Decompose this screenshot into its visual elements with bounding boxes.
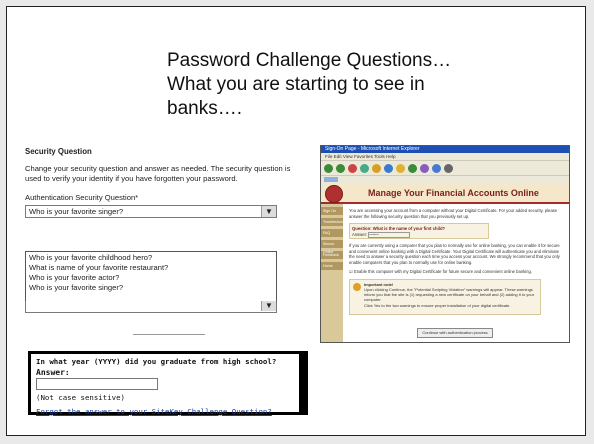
sitekey-panel: In what year (YYYY) did you graduate fro… bbox=[31, 354, 299, 416]
checkbox-icon[interactable]: ☑ bbox=[349, 269, 353, 274]
security-question-select-bottom[interactable]: ▼ bbox=[25, 301, 277, 313]
bank-note-text: Important note! Upon clicking Continue, … bbox=[364, 282, 536, 308]
address-icon bbox=[324, 177, 338, 182]
bank-important-note: Important note! Upon clicking Continue, … bbox=[349, 278, 541, 315]
security-question-selected: Who is your favorite singer? bbox=[29, 207, 124, 216]
forward-icon[interactable] bbox=[336, 163, 345, 173]
bank-intro: You are accessing your account from a co… bbox=[349, 208, 558, 219]
browser-menu-bar: File Edit View Favorites Tools Help bbox=[321, 153, 569, 161]
slide: Password Challenge Questions… What you a… bbox=[6, 6, 586, 436]
security-question-panel: Security Question Change your security q… bbox=[25, 147, 305, 335]
slide-title-line-3: banks…. bbox=[167, 98, 242, 119]
bank-headline: Manage Your Financial Accounts Online bbox=[368, 188, 539, 198]
security-question-select[interactable]: Who is your favorite singer? ▼ bbox=[25, 205, 277, 218]
home-icon[interactable] bbox=[372, 163, 381, 173]
bank-header: Manage Your Financial Accounts Online bbox=[321, 184, 569, 204]
slide-title-line-2: What you are starting to see in bbox=[167, 74, 425, 95]
search-icon[interactable] bbox=[384, 163, 393, 173]
browser-screenshot: Sign-On Page - Microsoft Internet Explor… bbox=[320, 145, 570, 343]
warning-icon bbox=[353, 282, 361, 291]
slide-title-line-1: Password Challenge Questions… bbox=[167, 50, 452, 71]
history-icon[interactable] bbox=[420, 163, 429, 173]
security-question-label: Authentication Security Question* bbox=[25, 193, 139, 202]
browser-title-bar: Sign-On Page - Microsoft Internet Explor… bbox=[321, 146, 569, 153]
option-item[interactable]: What is name of your favorite restaurant… bbox=[29, 263, 273, 273]
bank-content: You are accessing your account from a co… bbox=[349, 208, 561, 315]
bank-checkbox-row[interactable]: ☑ Enable this computer with my Digital C… bbox=[349, 269, 561, 275]
bank-logo-icon bbox=[325, 185, 343, 203]
refresh-icon[interactable] bbox=[360, 163, 369, 173]
bank-sidebar: Sign On Troubleshooting FAQ Secure Onlin… bbox=[321, 204, 349, 342]
option-item[interactable]: Who is your favorite singer? bbox=[29, 283, 273, 293]
bank-note-body: Upon clicking Continue, the "Potential S… bbox=[364, 286, 535, 302]
sitekey-answer-input[interactable] bbox=[36, 378, 158, 390]
sidebar-item[interactable]: Troubleshooting bbox=[321, 218, 349, 226]
bank-question-box: Question: What is the name of your first… bbox=[349, 223, 489, 239]
back-icon[interactable] bbox=[324, 163, 333, 173]
sidebar-item[interactable]: Sign On bbox=[321, 207, 343, 215]
divider bbox=[133, 334, 205, 335]
sitekey-forgot-link[interactable]: Forgot the answer to your SiteKey Challe… bbox=[36, 407, 294, 416]
sidebar-item[interactable]: FAQ bbox=[321, 229, 343, 237]
sidebar-item[interactable]: Secure Online bbox=[321, 240, 343, 254]
bank-answer-label: Answer: bbox=[352, 231, 368, 237]
stop-icon[interactable] bbox=[348, 163, 357, 173]
continue-button[interactable]: Continue with authentication process bbox=[417, 328, 493, 338]
slide-title: Password Challenge Questions… What you a… bbox=[167, 49, 497, 121]
sidebar-item[interactable]: Feedback bbox=[321, 251, 343, 259]
bank-checkbox-label: Enable this computer with my Digital Cer… bbox=[353, 269, 533, 274]
sitekey-question: In what year (YYYY) did you graduate fro… bbox=[36, 357, 277, 366]
bank-note-body-2: Click Yes to the two warnings to ensure … bbox=[364, 302, 511, 308]
bank-answer-input[interactable]: ******** bbox=[368, 231, 411, 238]
mail-icon[interactable] bbox=[432, 163, 441, 173]
option-item[interactable]: Who is your favorite actor? bbox=[29, 273, 273, 283]
media-icon[interactable] bbox=[408, 163, 417, 173]
chevron-down-icon[interactable]: ▼ bbox=[261, 206, 276, 217]
print-icon[interactable] bbox=[444, 163, 453, 173]
chevron-down-icon[interactable]: ▼ bbox=[261, 301, 276, 311]
security-question-heading: Security Question bbox=[25, 147, 92, 156]
browser-toolbar bbox=[321, 161, 569, 176]
security-question-description: Change your security question and answer… bbox=[25, 164, 291, 183]
sitekey-answer-label: Answer: bbox=[36, 368, 70, 377]
bank-question: Question: What is the name of your first… bbox=[352, 226, 446, 231]
sitekey-note: (Not case sensitive) bbox=[36, 393, 125, 402]
sidebar-item[interactable]: Home bbox=[321, 262, 343, 270]
bank-body-text: If you are currently using a computer th… bbox=[349, 243, 560, 265]
option-item[interactable]: Who is your favorite childhood hero? bbox=[29, 253, 273, 263]
security-question-options: Who is your favorite childhood hero? Wha… bbox=[25, 251, 277, 302]
sitekey-box: In what year (YYYY) did you graduate fro… bbox=[28, 351, 308, 416]
favorites-icon[interactable] bbox=[396, 163, 405, 173]
